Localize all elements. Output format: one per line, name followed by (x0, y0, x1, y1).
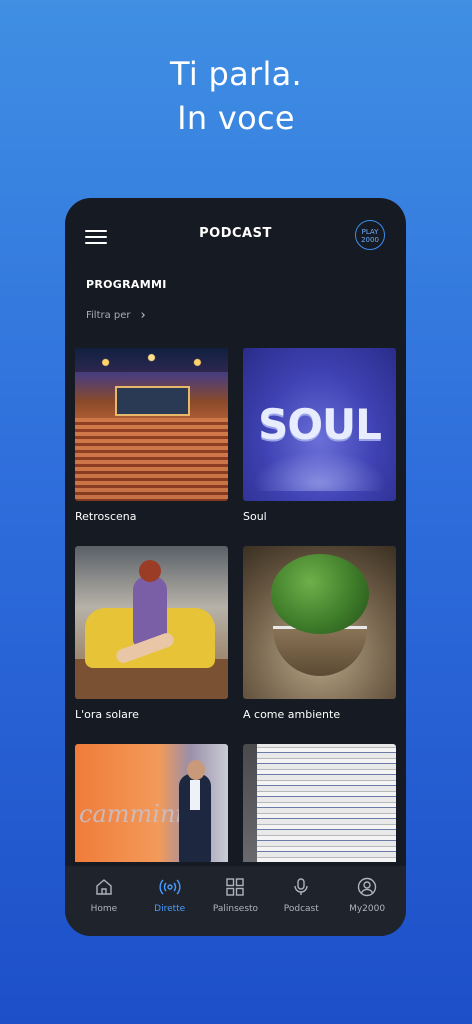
program-title: A come ambiente (243, 708, 341, 721)
program-title: L'ora solare (75, 708, 139, 721)
play2000-logo[interactable]: PLAY 2000 (355, 220, 385, 250)
program-thumbnail (243, 546, 396, 699)
tab-label: Home (90, 904, 118, 914)
hero-tagline: Ti parla. In voce (0, 52, 472, 140)
program-card-ora-solare[interactable]: L'ora solare (75, 546, 228, 721)
grid-icon (204, 876, 266, 898)
tab-my2000[interactable]: My2000 (336, 876, 398, 936)
tab-label: Dirette (154, 904, 186, 914)
filter-label: Filtra per (86, 310, 131, 321)
program-card-cammini[interactable]: cammini (75, 744, 228, 862)
program-thumbnail: SOUL (243, 348, 396, 501)
tab-podcast[interactable]: Podcast (270, 876, 332, 936)
program-card-newspapers[interactable] (243, 744, 396, 862)
tab-label: Palinsesto (212, 904, 259, 914)
soul-artwork-text: SOUL (258, 400, 382, 449)
user-icon (336, 876, 398, 898)
cammini-artwork-text: cammini (79, 800, 184, 828)
broadcast-icon (139, 876, 201, 898)
tab-label: Podcast (283, 904, 319, 914)
program-title: Soul (243, 510, 267, 523)
program-card-a-come-ambiente[interactable]: A come ambiente (243, 546, 396, 721)
tab-home[interactable]: Home (73, 876, 135, 936)
hero-line-2: In voce (177, 99, 295, 137)
program-card-retroscena[interactable]: Retroscena (75, 348, 228, 523)
program-thumbnail (75, 348, 228, 501)
hero-line-1: Ti parla. (169, 55, 303, 93)
chevron-right-icon: › (140, 308, 146, 323)
tab-label: My2000 (349, 904, 386, 914)
tab-dirette[interactable]: Dirette (139, 876, 201, 936)
home-icon (73, 876, 135, 898)
program-thumbnail (243, 744, 396, 862)
filter-button[interactable]: Filtra per › (86, 308, 146, 323)
phone-screen: PODCAST PLAY 2000 PROGRAMMI Filtra per ›… (65, 198, 406, 936)
logo-line-1: PLAY (361, 228, 379, 236)
top-bar: PODCAST PLAY 2000 (65, 198, 406, 274)
microphone-icon (270, 876, 332, 898)
program-thumbnail: cammini (75, 744, 228, 862)
tab-palinsesto[interactable]: Palinsesto (204, 876, 266, 936)
bottom-tab-bar: Home Dirette Palinsesto Podcast My2000 (65, 866, 406, 936)
program-title: Retroscena (75, 510, 137, 523)
section-title: PROGRAMMI (86, 278, 167, 291)
logo-line-2: 2000 (361, 236, 379, 244)
program-card-soul[interactable]: SOUL Soul (243, 348, 396, 523)
program-thumbnail (75, 546, 228, 699)
